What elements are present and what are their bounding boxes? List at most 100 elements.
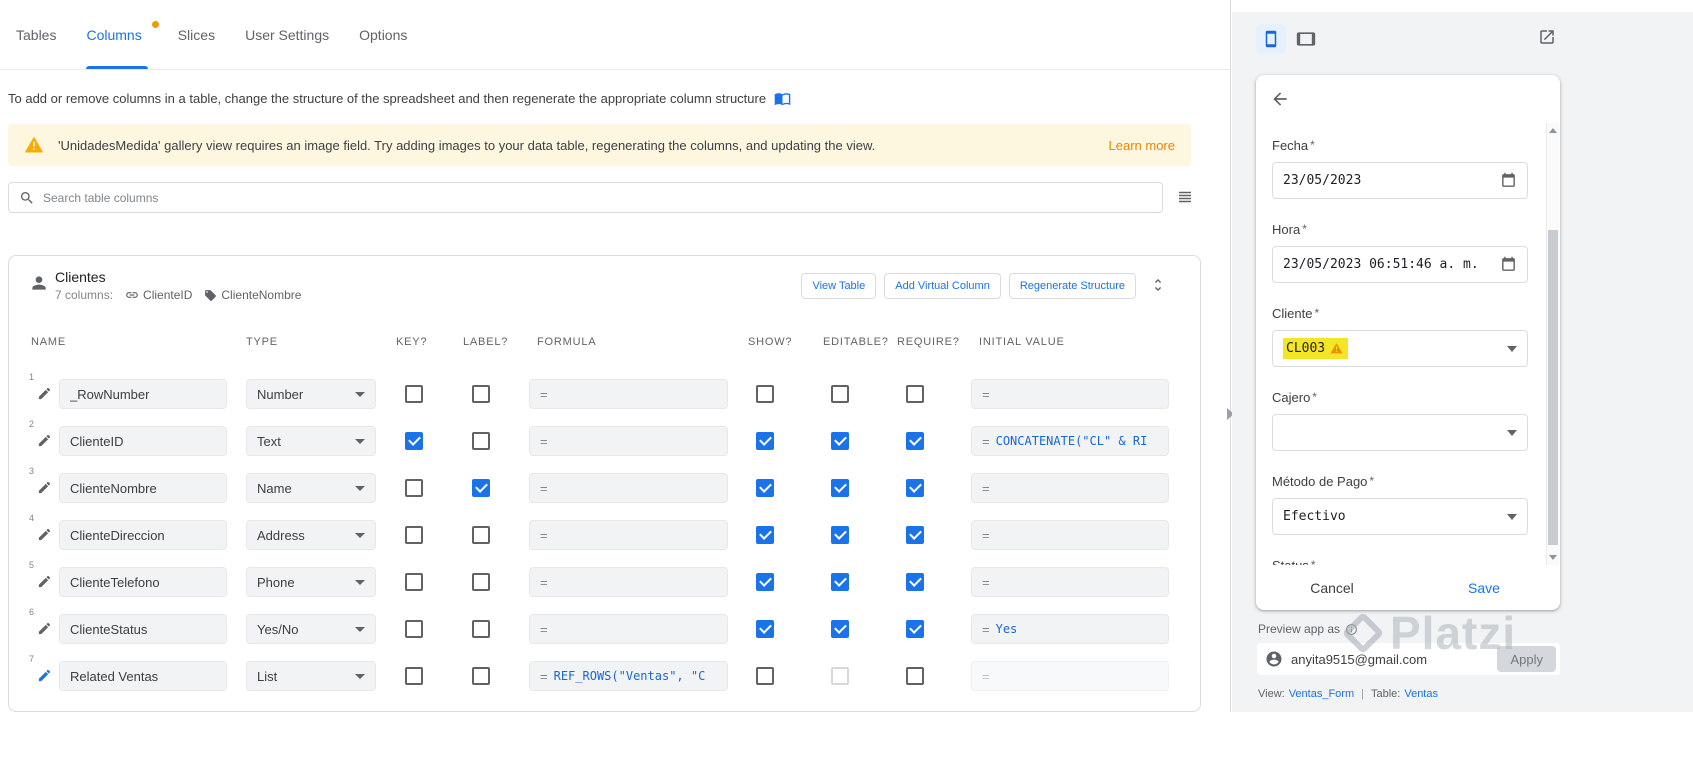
require-checkbox[interactable] xyxy=(906,667,924,685)
label-checkbox[interactable] xyxy=(472,385,490,403)
learn-more-link[interactable]: Learn more xyxy=(1109,138,1175,153)
key-checkbox[interactable] xyxy=(405,667,423,685)
editable-checkbox[interactable] xyxy=(831,573,849,591)
cancel-button[interactable]: Cancel xyxy=(1256,580,1408,596)
column-type-select[interactable]: Phone xyxy=(246,567,376,597)
unfold-more-icon[interactable] xyxy=(1150,277,1166,293)
require-checkbox[interactable] xyxy=(906,573,924,591)
tablet-preview-toggle[interactable] xyxy=(1296,29,1316,49)
label-checkbox[interactable] xyxy=(472,667,490,685)
field-input[interactable]: CL003 xyxy=(1272,330,1528,367)
preview-scrollbar[interactable] xyxy=(1546,123,1559,565)
table-action-button[interactable]: Add Virtual Column xyxy=(884,273,1001,299)
key-checkbox[interactable] xyxy=(405,526,423,544)
show-checkbox[interactable] xyxy=(756,526,774,544)
column-name-field[interactable]: ClienteStatus xyxy=(59,614,227,644)
scrollbar-thumb[interactable] xyxy=(1548,230,1558,545)
formula-field[interactable]: = xyxy=(529,426,728,456)
editable-checkbox[interactable] xyxy=(831,667,849,685)
back-arrow-icon[interactable] xyxy=(1270,89,1290,109)
column-name-field[interactable]: ClienteNombre xyxy=(59,473,227,503)
show-checkbox[interactable] xyxy=(756,573,774,591)
editable-checkbox[interactable] xyxy=(831,526,849,544)
column-name-field[interactable]: Related Ventas xyxy=(59,661,227,691)
view-options-icon[interactable] xyxy=(1176,188,1194,206)
view-link[interactable]: Ventas_Form xyxy=(1289,688,1354,700)
table-action-button[interactable]: Regenerate Structure xyxy=(1009,273,1136,299)
initial-value-field[interactable]: =Yes xyxy=(971,614,1169,644)
apply-button[interactable]: Apply xyxy=(1497,646,1556,672)
column-name-field[interactable]: ClienteDireccion xyxy=(59,520,227,550)
field-input[interactable]: 23/05/2023 xyxy=(1272,162,1528,199)
editable-checkbox[interactable] xyxy=(831,432,849,450)
label-checkbox[interactable] xyxy=(472,573,490,591)
require-checkbox[interactable] xyxy=(906,432,924,450)
save-button[interactable]: Save xyxy=(1408,580,1560,596)
column-type-select[interactable]: Address xyxy=(246,520,376,550)
initial-value-field[interactable]: = xyxy=(971,379,1169,409)
field-input[interactable]: Efectivo xyxy=(1272,498,1528,535)
editable-checkbox[interactable] xyxy=(831,620,849,638)
phone-preview-toggle[interactable] xyxy=(1256,24,1286,54)
calendar-icon[interactable] xyxy=(1500,256,1517,273)
calendar-icon[interactable] xyxy=(1500,172,1517,189)
label-checkbox[interactable] xyxy=(472,526,490,544)
key-checkbox[interactable] xyxy=(405,620,423,638)
column-type-select[interactable]: Name xyxy=(246,473,376,503)
editable-checkbox[interactable] xyxy=(831,385,849,403)
initial-value-field[interactable]: = xyxy=(971,473,1169,503)
formula-field[interactable]: = xyxy=(529,614,728,644)
table-link[interactable]: Ventas xyxy=(1404,688,1438,700)
search-box[interactable] xyxy=(8,182,1163,213)
field-input[interactable]: 23/05/2023 06:51:46 a. m. xyxy=(1272,246,1528,283)
initial-value-field[interactable]: =CONCATENATE("CL" & RI xyxy=(971,426,1169,456)
edit-column-icon[interactable] xyxy=(37,527,52,542)
initial-value-field[interactable]: = xyxy=(971,567,1169,597)
edit-column-icon[interactable] xyxy=(37,386,52,401)
column-type-select[interactable]: Yes/No xyxy=(246,614,376,644)
search-input[interactable] xyxy=(43,191,1152,205)
column-type-select[interactable]: Number xyxy=(246,379,376,409)
key-checkbox[interactable] xyxy=(405,432,423,450)
show-checkbox[interactable] xyxy=(756,432,774,450)
label-checkbox[interactable] xyxy=(472,479,490,497)
require-checkbox[interactable] xyxy=(906,479,924,497)
key-checkbox[interactable] xyxy=(405,573,423,591)
initial-value-field[interactable]: = xyxy=(971,661,1169,691)
label-checkbox[interactable] xyxy=(472,432,490,450)
show-checkbox[interactable] xyxy=(756,479,774,497)
editor-tab[interactable]: Slices xyxy=(178,0,215,69)
column-name-field[interactable]: ClienteID xyxy=(59,426,227,456)
column-name-field[interactable]: _RowNumber xyxy=(59,379,227,409)
formula-field[interactable]: = xyxy=(529,520,728,550)
formula-field[interactable]: =REF_ROWS("Ventas", "C xyxy=(529,661,728,691)
docs-book-icon[interactable] xyxy=(774,90,791,107)
column-type-select[interactable]: Text xyxy=(246,426,376,456)
show-checkbox[interactable] xyxy=(756,667,774,685)
preview-user-row[interactable]: anyita9515@gmail.com Apply xyxy=(1257,643,1560,675)
formula-field[interactable]: = xyxy=(529,567,728,597)
field-input[interactable] xyxy=(1272,414,1528,451)
edit-column-icon[interactable] xyxy=(37,574,52,589)
key-checkbox[interactable] xyxy=(405,479,423,497)
column-type-select[interactable]: List xyxy=(246,661,376,691)
edit-column-icon[interactable] xyxy=(37,621,52,636)
show-checkbox[interactable] xyxy=(756,620,774,638)
editor-tab[interactable]: Columns xyxy=(86,0,147,69)
open-in-new-icon[interactable] xyxy=(1538,28,1556,46)
edit-column-icon[interactable] xyxy=(37,668,52,683)
require-checkbox[interactable] xyxy=(906,385,924,403)
editor-tab[interactable]: Tables xyxy=(16,0,56,69)
column-name-field[interactable]: ClienteTelefono xyxy=(59,567,227,597)
key-checkbox[interactable] xyxy=(405,385,423,403)
label-checkbox[interactable] xyxy=(472,620,490,638)
formula-field[interactable]: = xyxy=(529,379,728,409)
editable-checkbox[interactable] xyxy=(831,479,849,497)
require-checkbox[interactable] xyxy=(906,526,924,544)
editor-tab[interactable]: User Settings xyxy=(245,0,329,69)
edit-column-icon[interactable] xyxy=(37,433,52,448)
editor-tab[interactable]: Options xyxy=(359,0,407,69)
scroll-down-arrow[interactable] xyxy=(1549,555,1557,560)
require-checkbox[interactable] xyxy=(906,620,924,638)
edit-column-icon[interactable] xyxy=(37,480,52,495)
